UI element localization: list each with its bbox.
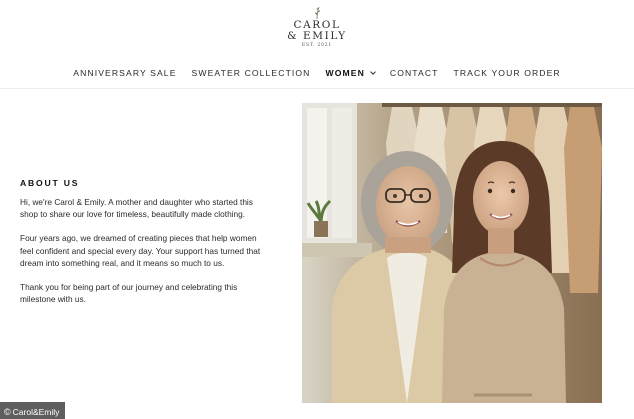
founders-photo — [302, 103, 602, 403]
copyright-icon: © — [4, 407, 11, 417]
sprig-icon — [315, 6, 321, 20]
nav-label: ANNIVERSARY SALE — [73, 68, 177, 78]
credit-text: Carol&Emily — [12, 407, 60, 417]
brand-name-line2: & EMILY — [287, 30, 347, 42]
about-paragraph-1: Hi, we're Carol & Emily. A mother and da… — [20, 197, 253, 220]
brand-logo[interactable]: CAROL & EMILY EST. 2021 — [0, 6, 634, 48]
about-paragraph-2: Four years ago, we dreamed of creating p… — [20, 233, 261, 268]
about-heading: ABOUT US — [20, 178, 80, 188]
nav-track-your-order[interactable]: TRACK YOUR ORDER — [454, 68, 561, 78]
image-credit: © Carol&Emily — [0, 402, 66, 419]
nav-sweater-collection[interactable]: SWEATER COLLECTION — [192, 68, 311, 78]
about-section: ABOUT US Hi, we're Carol & Emily. A moth… — [20, 178, 265, 317]
nav-label: WOMEN — [325, 68, 365, 78]
about-paragraph-3: Thank you for being part of our journey … — [20, 282, 238, 305]
brand-established: EST. 2021 — [301, 43, 333, 48]
founders-photo-illustration — [302, 103, 602, 403]
nav-label: TRACK YOUR ORDER — [453, 68, 561, 78]
nav-contact[interactable]: CONTACT — [390, 68, 439, 78]
nav-anniversary-sale[interactable]: ANNIVERSARY SALE — [73, 68, 176, 78]
nav-label: SWEATER COLLECTION — [191, 68, 311, 78]
header-divider — [0, 88, 634, 89]
main-nav: ANNIVERSARY SALE SWEATER COLLECTION WOME… — [0, 68, 634, 78]
nav-women[interactable]: WOMEN — [325, 68, 376, 78]
chevron-down-icon — [370, 68, 376, 75]
nav-label: CONTACT — [389, 68, 439, 78]
